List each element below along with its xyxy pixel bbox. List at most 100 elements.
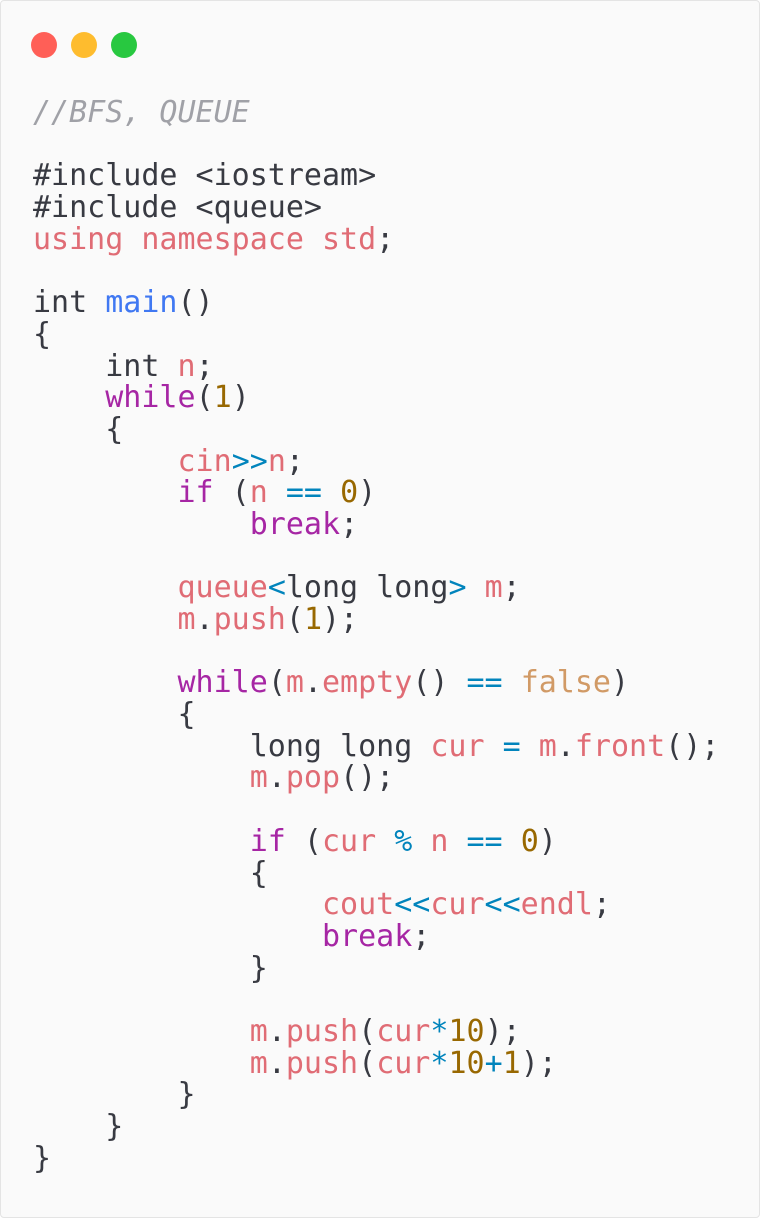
code-line: break; xyxy=(33,509,719,541)
code-token: m xyxy=(249,760,268,796)
code-token: m xyxy=(484,570,503,606)
code-line: m.pop(); xyxy=(33,762,719,794)
maximize-button[interactable] xyxy=(111,32,137,58)
code-line: } xyxy=(33,1079,719,1111)
code-line: { xyxy=(33,414,719,446)
code-token: ( xyxy=(358,1013,377,1049)
code-token: n xyxy=(177,348,196,384)
minimize-button[interactable] xyxy=(71,32,97,58)
code-token: ); xyxy=(484,1013,521,1049)
code-token: * xyxy=(430,1045,449,1081)
code-token: cur xyxy=(376,1045,431,1081)
code-token: int xyxy=(33,348,178,384)
code-token: 10 xyxy=(448,1013,485,1049)
code-token: pop xyxy=(285,760,341,796)
code-token: 1 xyxy=(502,1045,521,1081)
code-token: { xyxy=(33,697,196,733)
code-line: int n; xyxy=(33,348,719,384)
code-token: = xyxy=(484,728,539,764)
code-token: (); xyxy=(665,728,720,764)
code-token: endl xyxy=(520,887,593,923)
code-token: 1 xyxy=(213,380,232,416)
code-token: << xyxy=(484,887,521,923)
code-token: } xyxy=(33,1109,124,1144)
code-line: } xyxy=(33,1142,719,1175)
code-token: >> xyxy=(231,443,268,479)
code-token: n xyxy=(430,823,449,859)
code-line: { xyxy=(33,699,719,731)
code-token: m xyxy=(249,1045,268,1081)
code-token: n xyxy=(267,443,286,479)
code-token: ; xyxy=(195,348,214,384)
code-token: () xyxy=(177,285,214,321)
code-token: push xyxy=(285,1013,359,1049)
code-token: ( xyxy=(358,1045,377,1081)
code-line: while(m.empty() == false) xyxy=(33,667,719,699)
code-token: ; xyxy=(592,887,611,923)
code-token: front xyxy=(574,728,666,764)
code-token: m xyxy=(538,728,557,764)
code-token: . xyxy=(303,665,322,701)
close-button[interactable] xyxy=(31,32,57,58)
code-line: using namespace std; xyxy=(33,221,719,257)
code-token: << xyxy=(394,887,431,923)
code-line: m.push(cur*10); xyxy=(33,1016,719,1048)
code-token: ( xyxy=(195,380,214,416)
code-token: queue xyxy=(177,570,268,606)
code-line: if (cur % n == 0) xyxy=(33,823,719,859)
code-line: m.push(cur*10+1); xyxy=(33,1045,719,1081)
code-token: } xyxy=(33,1077,196,1113)
code-token: cur xyxy=(430,887,485,923)
code-token: cur xyxy=(376,1013,431,1049)
code-token: * xyxy=(430,1013,449,1049)
code-token: m xyxy=(249,1013,268,1049)
code-token: push xyxy=(285,1045,359,1081)
code-token: ; xyxy=(502,570,521,606)
code-token: m xyxy=(285,665,304,701)
code-token: ( xyxy=(285,602,304,637)
code-token: . xyxy=(556,728,575,764)
code-token: ); xyxy=(520,1045,557,1081)
code-token: while xyxy=(105,380,196,416)
code-token: + xyxy=(484,1045,503,1081)
code-line: m.push(1); xyxy=(33,604,719,636)
code-token: { xyxy=(33,411,124,447)
code-line: } xyxy=(33,1111,719,1143)
code-token: #include <queue> xyxy=(33,190,322,226)
code-line: } xyxy=(33,952,719,985)
code-token: 0 xyxy=(520,823,539,859)
code-token: ) xyxy=(231,380,250,416)
code-token: while xyxy=(177,665,268,701)
code-line: cout<<cur<<endl; xyxy=(33,889,719,921)
code-token: % xyxy=(376,823,431,859)
code-token: //BFS, QUEUE xyxy=(33,95,250,130)
code-token: . xyxy=(267,1045,286,1081)
code-line: cin>>n; xyxy=(33,443,719,479)
code-token: ) xyxy=(538,823,557,859)
code-token: main xyxy=(105,285,178,321)
code-token: 10 xyxy=(448,1045,485,1081)
code-token: { xyxy=(33,316,52,352)
code-token: . xyxy=(267,1013,286,1049)
code-token: if xyxy=(177,475,214,511)
code-window: //BFS, QUEUE #include <iostream> #include … xyxy=(0,0,760,1218)
code-token: empty xyxy=(322,665,413,701)
code-token: == xyxy=(466,665,503,701)
code-token: ; xyxy=(376,221,395,257)
code-token: cur xyxy=(430,728,485,764)
code-token: ) xyxy=(358,475,377,511)
code-token: ( xyxy=(213,475,250,511)
code-token: long long xyxy=(33,728,431,764)
code-token: using namespace std xyxy=(33,221,377,257)
